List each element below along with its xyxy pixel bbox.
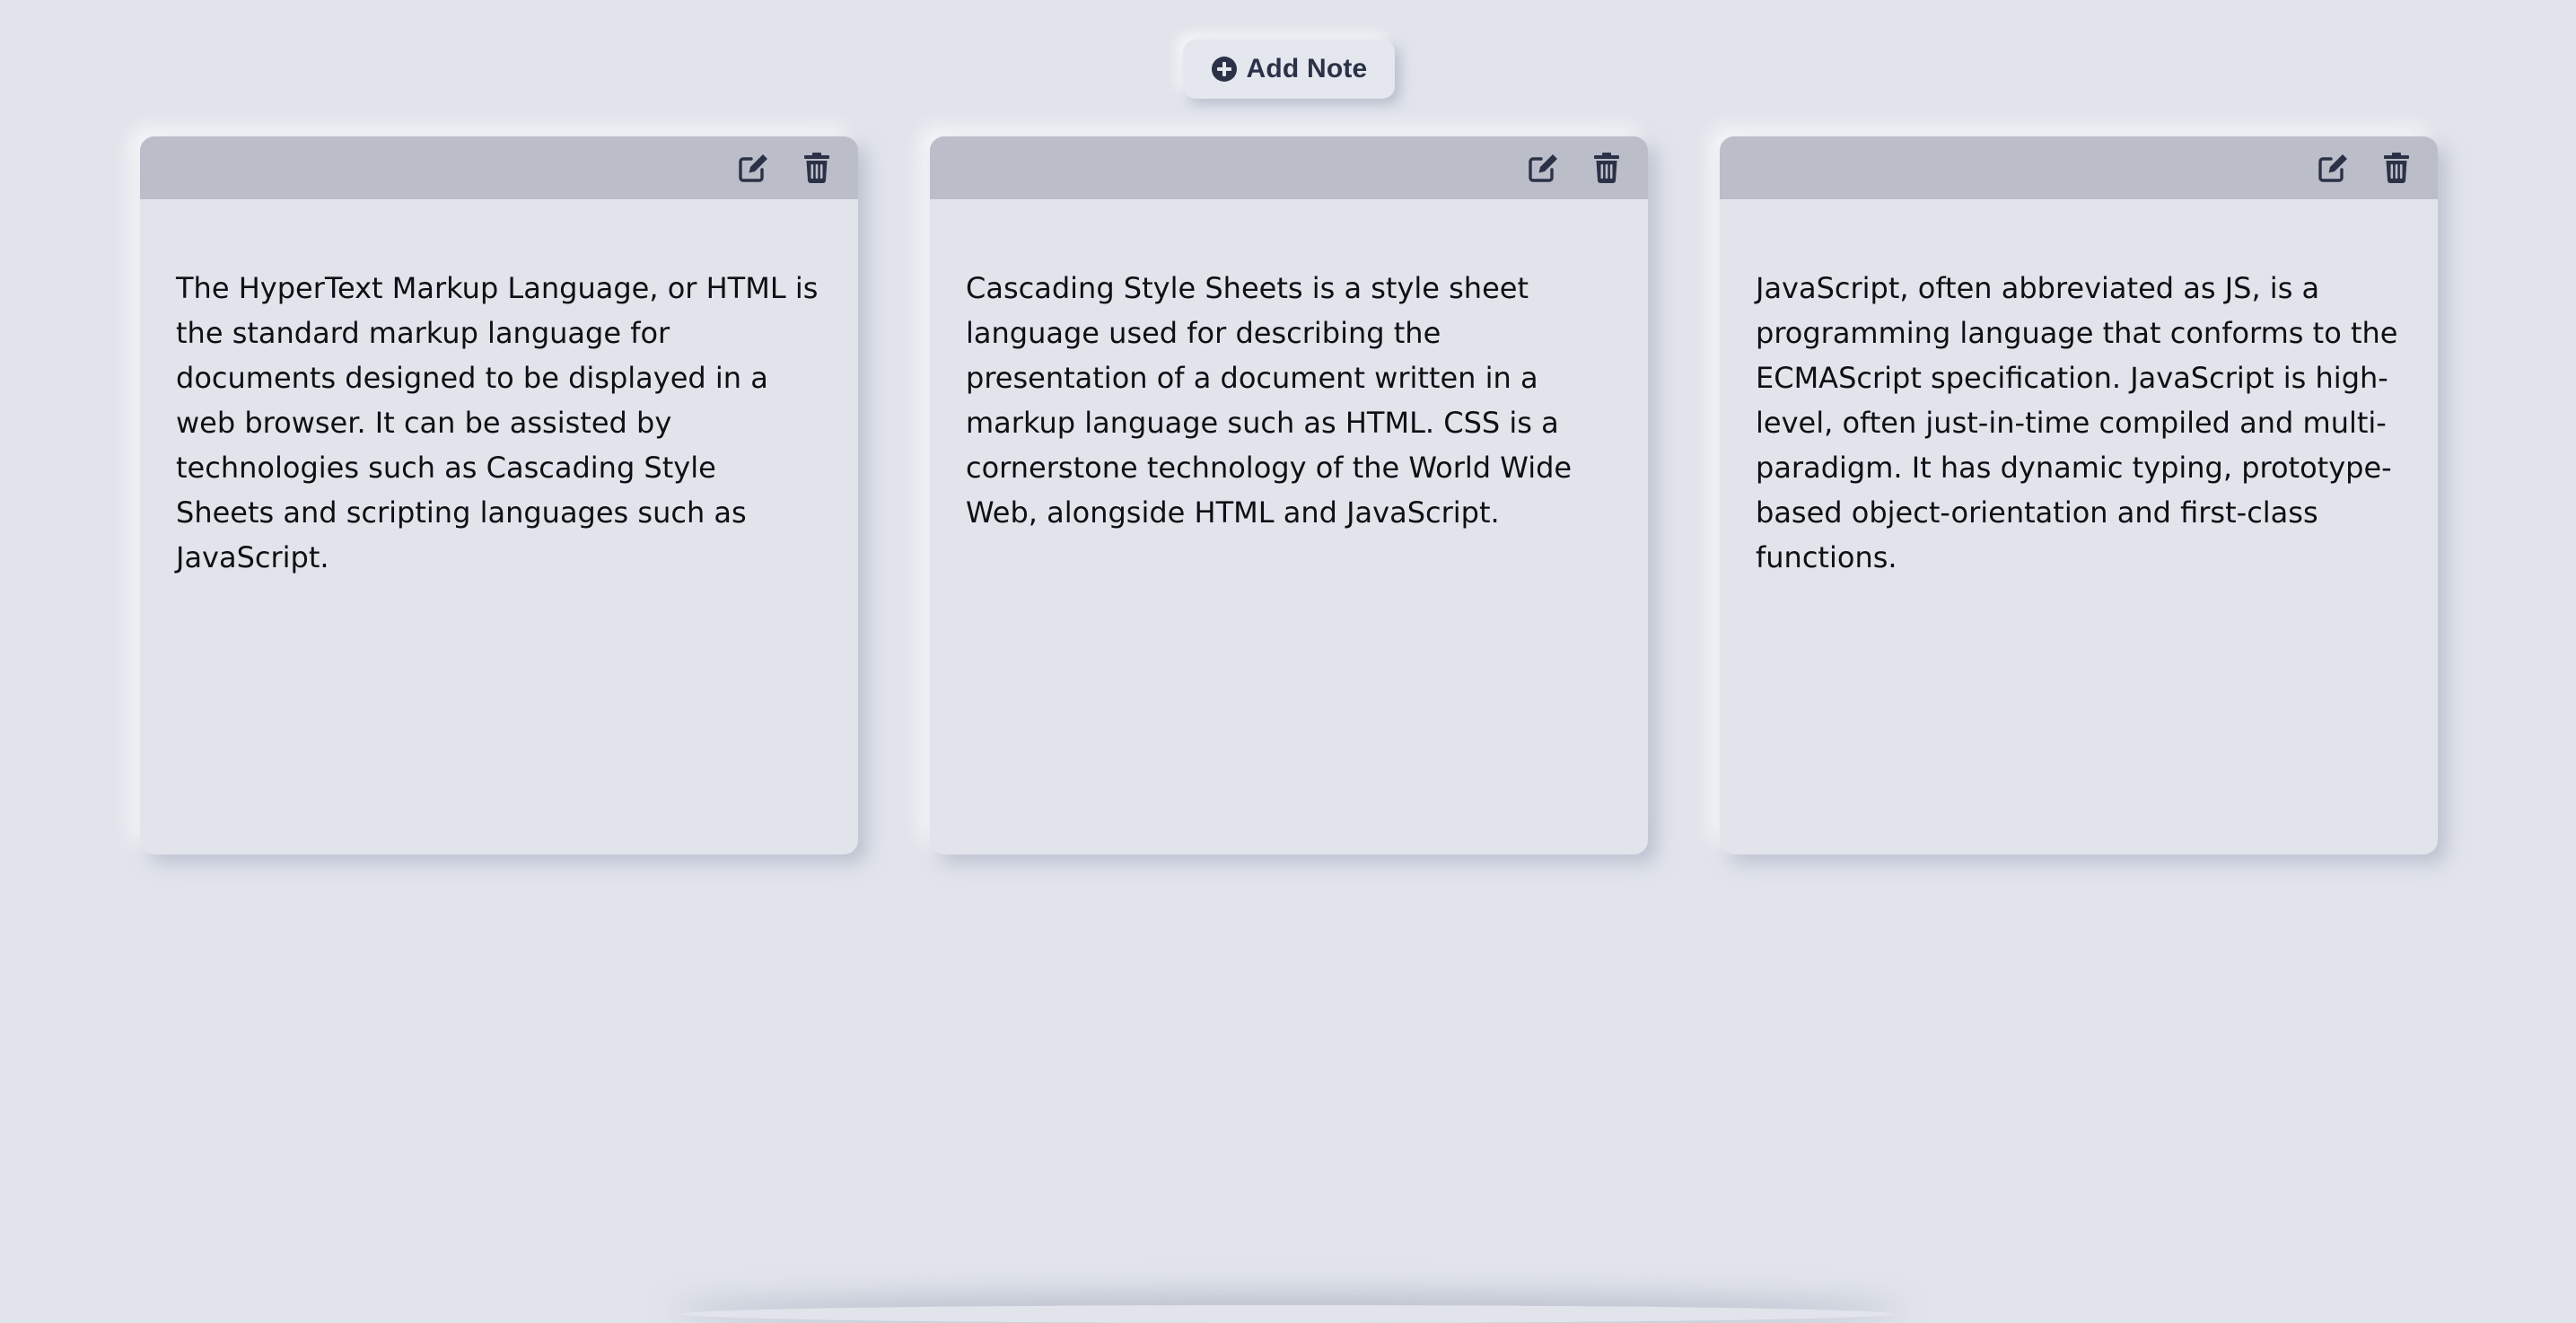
note-toolbar <box>140 136 858 199</box>
edit-icon <box>2318 154 2347 182</box>
note-text[interactable]: Cascading Style Sheets is a style sheet … <box>930 199 1648 535</box>
add-note-label: Add Note <box>1246 54 1368 83</box>
notes-container: The HyperText Markup Language, or HTML i… <box>0 136 2576 854</box>
edit-button[interactable] <box>736 150 772 186</box>
note-card: Cascading Style Sheets is a style sheet … <box>930 136 1648 854</box>
trash-icon <box>2384 153 2409 183</box>
note-card: The HyperText Markup Language, or HTML i… <box>140 136 858 854</box>
bottom-edge-shadow <box>682 1305 1894 1323</box>
note-toolbar <box>1720 136 2438 199</box>
delete-button[interactable] <box>2379 150 2414 186</box>
trash-icon <box>1594 153 1619 183</box>
delete-button[interactable] <box>1589 150 1625 186</box>
edit-button[interactable] <box>2316 150 2352 186</box>
edit-button[interactable] <box>1526 150 1562 186</box>
note-text[interactable]: The HyperText Markup Language, or HTML i… <box>140 199 858 580</box>
delete-button[interactable] <box>799 150 835 186</box>
plus-circle-icon <box>1211 56 1238 83</box>
trash-icon <box>804 153 829 183</box>
note-text[interactable]: JavaScript, often abbreviated as JS, is … <box>1720 199 2438 580</box>
add-note-button[interactable]: Add Note <box>1183 39 1395 99</box>
edit-icon <box>739 154 767 182</box>
edit-icon <box>1529 154 1557 182</box>
note-card: JavaScript, often abbreviated as JS, is … <box>1720 136 2438 854</box>
note-toolbar <box>930 136 1648 199</box>
